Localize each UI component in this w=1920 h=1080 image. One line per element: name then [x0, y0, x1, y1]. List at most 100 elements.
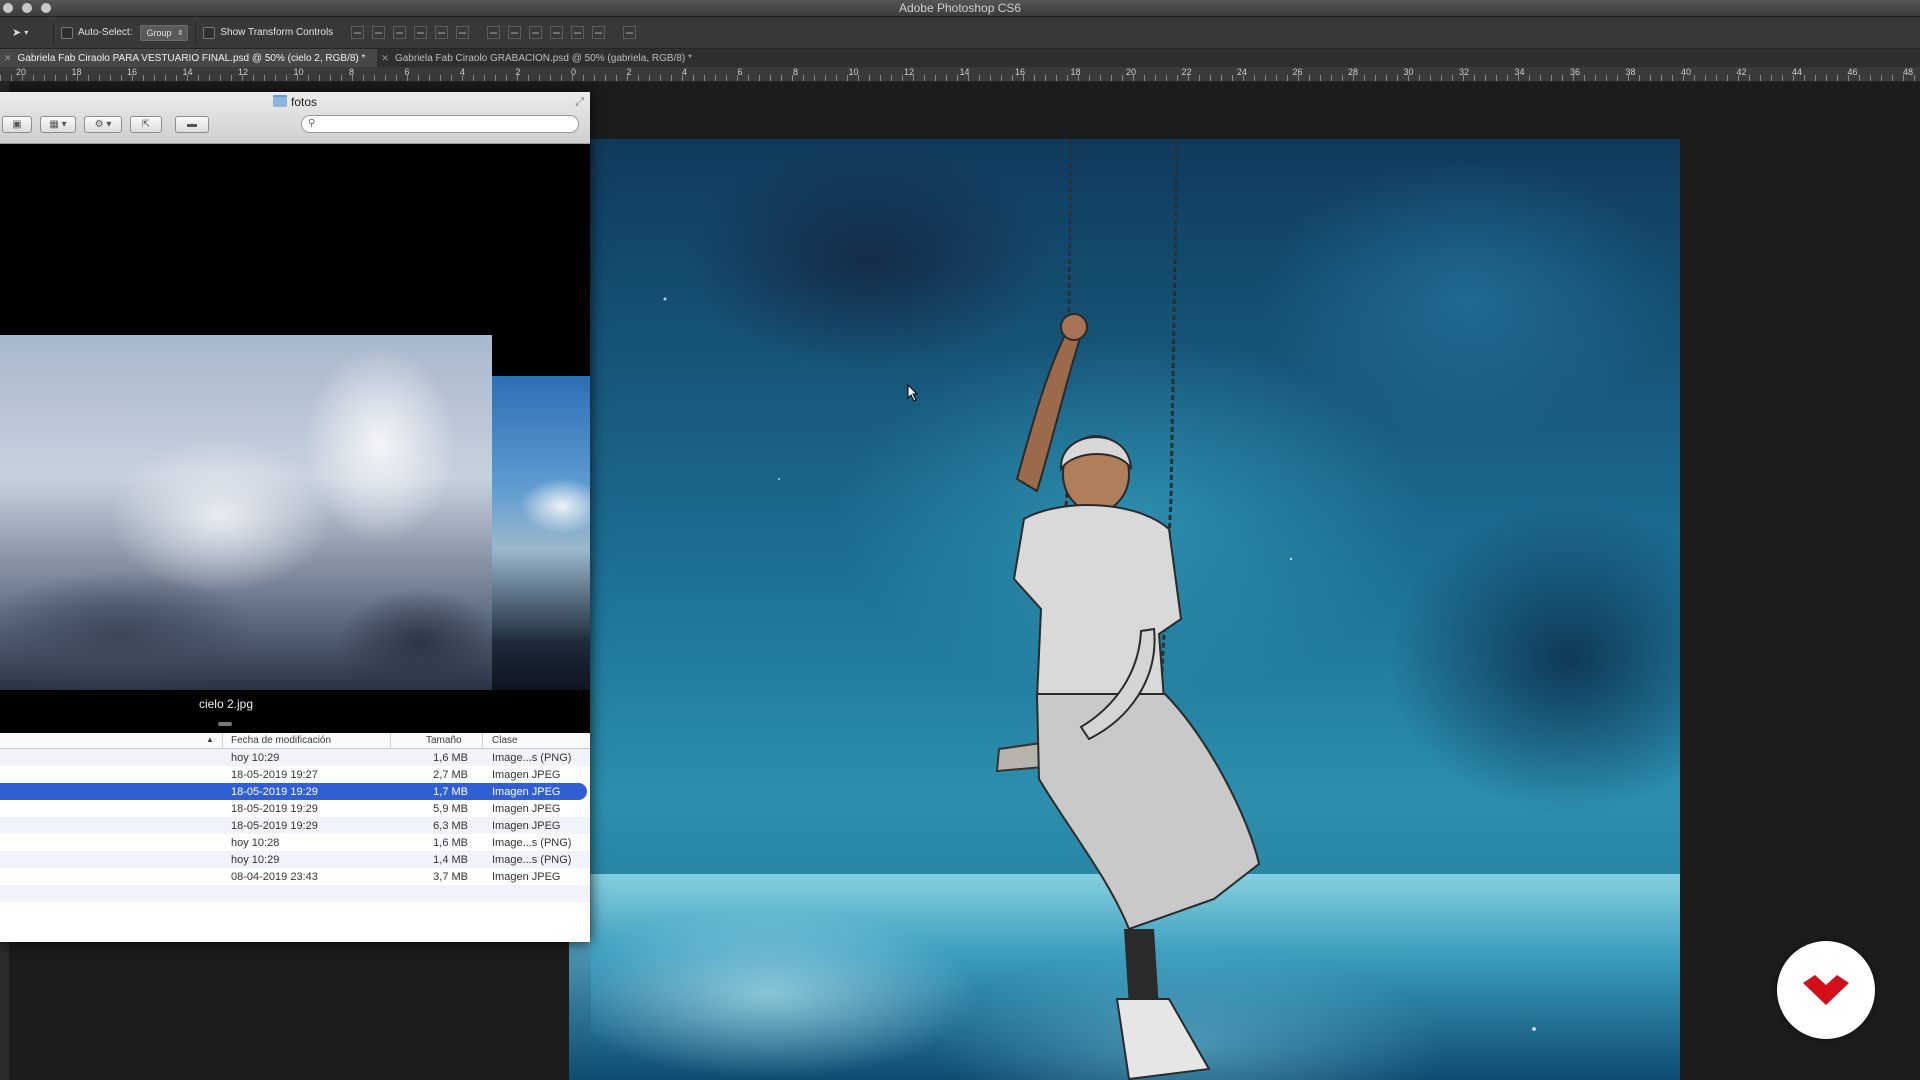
ruler-number: 46 [1847, 67, 1858, 77]
horizontal-ruler[interactable]: 20 18 16 14 12 10 8 6 4 2 0 2 4 6 8 10 12 14 16 18 20 22 24 26 2… [0, 67, 1920, 82]
ruler-number: 48 [1903, 67, 1914, 77]
file-kind: Imagen JPEG [492, 871, 561, 883]
ruler-number: 18 [71, 67, 82, 77]
share-icon: ⇱ [141, 119, 151, 130]
options-bar: ➤ ▾ Auto-Select: Group ⇕ Show Transform C… [0, 17, 1920, 49]
auto-align-layers-button[interactable] [623, 26, 637, 39]
ruler-number: 14 [959, 67, 970, 77]
action-button[interactable]: ⚙ ▾ [84, 116, 122, 133]
file-kind: Imagen JPEG [492, 786, 561, 798]
view-mode-button[interactable]: ▣ [2, 116, 32, 133]
transform-controls-label: Show Transform Controls [220, 27, 334, 38]
ruler-number: 2 [626, 67, 632, 77]
align-left-edges-button[interactable] [414, 26, 428, 39]
ruler-number: 4 [682, 67, 688, 77]
column-divider[interactable] [222, 733, 223, 748]
divider [53, 21, 54, 44]
finder-window: fotos ⤢ ▣ ▦ ▾ ⚙ ▾ ⇱ ▬ ⚲ cielo 2.jpg ▲ Fe… [0, 92, 590, 942]
mouse-cursor-icon [907, 384, 919, 402]
ruler-number: 22 [1181, 67, 1192, 77]
distribute-top-button[interactable] [487, 26, 501, 39]
file-row[interactable]: 08-04-2019 23:43 3,7 MB Imagen JPEG [0, 868, 590, 885]
transform-controls-checkbox[interactable] [203, 26, 216, 39]
column-kind[interactable]: Clase [492, 735, 518, 746]
grid-icon: ▦ ▾ [49, 119, 67, 130]
ruler-number: 38 [1625, 67, 1636, 77]
heart-logo-icon [1803, 975, 1849, 1005]
distribute-right-button[interactable] [592, 26, 606, 39]
ruler-number: 42 [1736, 67, 1747, 77]
column-date[interactable]: Fecha de modificación [231, 735, 331, 746]
coverflow-scroll-handle[interactable] [218, 722, 232, 726]
file-list-header: ▲ Fecha de modificación Tamaño Clase [0, 733, 590, 749]
distribute-vcenter-button[interactable] [508, 26, 522, 39]
gear-icon: ⚙ ▾ [94, 119, 112, 130]
search-input[interactable]: ⚲ [301, 115, 579, 133]
align-vertical-centers-button[interactable] [372, 26, 386, 39]
ruler-number: 30 [1403, 67, 1414, 77]
column-divider[interactable] [482, 733, 483, 748]
document-canvas[interactable] [569, 139, 1680, 1080]
file-date: 08-04-2019 23:43 [231, 871, 318, 883]
align-bottom-edges-button[interactable] [393, 26, 407, 39]
ruler-number: 16 [1015, 67, 1026, 77]
distribute-hcenter-button[interactable] [571, 26, 585, 39]
file-row[interactable]: hoy 10:29 1,4 MB Image...s (PNG) [0, 851, 590, 868]
file-size: 1,6 MB [433, 837, 468, 849]
close-tab-icon[interactable]: ✕ [4, 53, 12, 64]
file-row[interactable]: 18-05-2019 19:29 6,3 MB Imagen JPEG [0, 817, 590, 834]
align-horizontal-centers-button[interactable] [435, 26, 449, 39]
distribute-buttons [487, 26, 606, 39]
ruler-number: 8 [349, 67, 355, 77]
file-kind: Image...s (PNG) [492, 837, 572, 849]
chevron-down-icon: ▾ [24, 28, 29, 37]
distribute-left-button[interactable] [550, 26, 564, 39]
move-tool-icon: ➤ [12, 27, 22, 39]
file-kind: Imagen JPEG [492, 820, 561, 832]
distribute-bottom-button[interactable] [529, 26, 543, 39]
sort-ascending-icon[interactable]: ▲ [206, 735, 214, 744]
share-button[interactable]: ⇱ [130, 116, 162, 133]
ruler-number: 20 [1126, 67, 1137, 77]
file-size: 6,3 MB [433, 820, 468, 832]
file-date: 18-05-2019 19:27 [231, 769, 318, 781]
coverflow-preview-selected[interactable] [0, 335, 492, 690]
arrange-button[interactable]: ▦ ▾ [40, 116, 76, 133]
file-row[interactable]: hoy 10:28 1,6 MB Image...s (PNG) [0, 834, 590, 851]
coverflow-view-icon: ▣ [12, 119, 22, 130]
finder-title-text: fotos [290, 95, 317, 109]
folder-icon [272, 95, 287, 107]
coverflow-preview-next[interactable] [492, 376, 590, 690]
tab-label: Gabriela Fab Ciraolo PARA VESTUARIO FINA… [17, 52, 366, 64]
align-right-edges-button[interactable] [456, 26, 470, 39]
file-row-empty [0, 885, 590, 902]
file-row[interactable]: hoy 10:29 1,6 MB Image...s (PNG) [0, 749, 590, 766]
ruler-number: 36 [1570, 67, 1581, 77]
column-size[interactable]: Tamaño [426, 735, 462, 746]
align-buttons [351, 26, 470, 39]
align-top-edges-button[interactable] [351, 26, 365, 39]
file-date: 18-05-2019 19:29 [231, 820, 318, 832]
auto-select-dropdown[interactable]: Group ⇕ [140, 24, 189, 41]
finder-title: fotos [0, 95, 590, 109]
swing-figure-illustration [663, 139, 1536, 1080]
ruler-number: 6 [737, 67, 743, 77]
close-tab-icon[interactable]: ✕ [381, 53, 389, 64]
file-size: 1,7 MB [433, 786, 468, 798]
auto-select-checkbox[interactable] [61, 26, 73, 39]
ruler-number: 10 [293, 67, 304, 77]
ruler-number: 4 [460, 67, 466, 77]
tags-button[interactable]: ▬ [175, 116, 209, 133]
file-row-selected[interactable]: 18-05-2019 19:29 1,7 MB Imagen JPEG [0, 783, 587, 800]
tab-grabacion[interactable]: ✕ Gabriela Fab Ciraolo GRABACION.psd @ 5… [377, 49, 703, 67]
ruler-number: 16 [127, 67, 138, 77]
ruler-number: 18 [1070, 67, 1081, 77]
column-divider[interactable] [390, 733, 391, 748]
tool-preset-picker[interactable]: ➤ ▾ [12, 24, 46, 42]
fullscreen-icon[interactable]: ⤢ [575, 96, 584, 109]
auto-select-label: Auto-Select: [78, 27, 133, 38]
tab-vestuario-final[interactable]: ✕ Gabriela Fab Ciraolo PARA VESTUARIO FI… [0, 49, 378, 67]
file-row[interactable]: 18-05-2019 19:29 5,9 MB Imagen JPEG [0, 800, 590, 817]
preview-caption: cielo 2.jpg [198, 697, 254, 711]
file-row[interactable]: 18-05-2019 19:27 2,7 MB Imagen JPEG [0, 766, 590, 783]
